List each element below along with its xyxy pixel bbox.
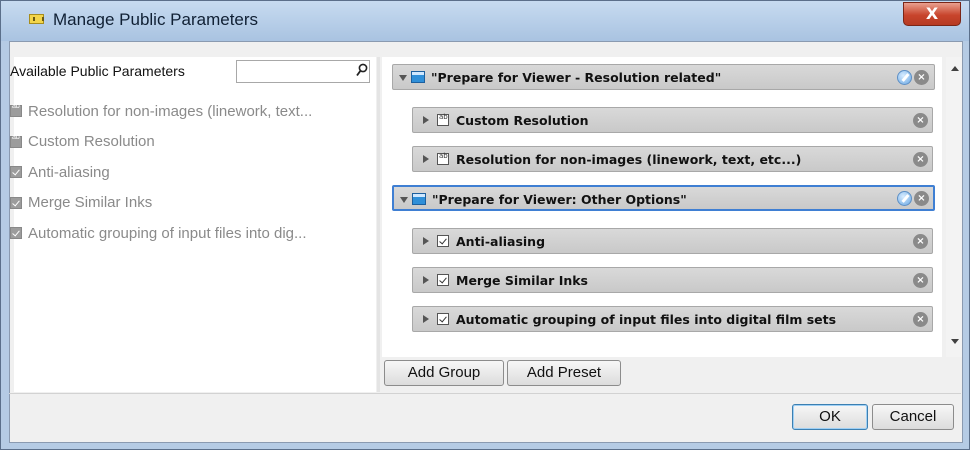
- parameter-group-row[interactable]: "Prepare for Viewer: Other Options" ×: [392, 185, 935, 211]
- checkbox-icon: [437, 235, 449, 247]
- list-item[interactable]: Merge Similar Inks: [10, 188, 370, 219]
- text-field-icon: [437, 152, 449, 165]
- group-icon: [411, 71, 425, 83]
- parameter-label: Custom Resolution: [456, 113, 589, 128]
- search-icon[interactable]: [356, 63, 368, 77]
- collapse-arrow-icon[interactable]: [423, 116, 429, 124]
- parameter-label: Anti-aliasing: [456, 234, 546, 249]
- expand-arrow-icon[interactable]: [400, 197, 408, 203]
- parameter-label: Merge Similar Inks: [456, 273, 588, 288]
- parameter-row[interactable]: Automatic grouping of input files into d…: [412, 306, 933, 332]
- list-item[interactable]: Anti-aliasing: [10, 157, 370, 188]
- parameter-label: Automatic grouping of input files into d…: [456, 312, 837, 327]
- app-icon: [29, 14, 44, 24]
- parameter-row[interactable]: Merge Similar Inks ×: [412, 267, 933, 293]
- scroll-up-arrow-icon[interactable]: [951, 66, 959, 71]
- checkbox-icon: [437, 313, 449, 325]
- remove-icon[interactable]: ×: [914, 70, 929, 85]
- available-parameters-list: Resolution for non-images (linework, tex…: [10, 96, 370, 249]
- search-input[interactable]: [239, 62, 339, 81]
- remove-icon[interactable]: ×: [913, 273, 928, 288]
- close-button[interactable]: X: [903, 2, 961, 26]
- remove-icon[interactable]: ×: [913, 113, 928, 128]
- checkbox-icon: [10, 196, 22, 209]
- checkbox-icon: [10, 227, 22, 240]
- remove-icon[interactable]: ×: [913, 234, 928, 249]
- checkbox-icon: [437, 274, 449, 286]
- collapse-arrow-icon[interactable]: [423, 276, 429, 284]
- list-item-label: Automatic grouping of input files into d…: [28, 224, 307, 242]
- list-item[interactable]: Custom Resolution: [10, 127, 370, 158]
- list-item[interactable]: Resolution for non-images (linework, tex…: [10, 96, 370, 127]
- list-item-label: Resolution for non-images (linework, tex…: [28, 102, 313, 120]
- group-icon: [412, 193, 426, 205]
- add-group-button[interactable]: Add Group: [384, 360, 504, 386]
- list-item[interactable]: Automatic grouping of input files into d…: [10, 218, 370, 249]
- parameter-row[interactable]: Custom Resolution ×: [412, 107, 933, 133]
- cancel-button[interactable]: Cancel: [872, 404, 954, 430]
- remove-icon[interactable]: ×: [913, 152, 928, 167]
- collapse-arrow-icon[interactable]: [423, 237, 429, 245]
- parameter-group-row[interactable]: "Prepare for Viewer - Resolution related…: [392, 64, 935, 90]
- add-preset-button[interactable]: Add Preset: [507, 360, 621, 386]
- list-item-label: Custom Resolution: [28, 133, 155, 151]
- footer-divider: [9, 393, 961, 394]
- group-label: "Prepare for Viewer: Other Options": [432, 192, 687, 207]
- expand-arrow-icon[interactable]: [399, 75, 407, 81]
- text-field-icon: [437, 113, 449, 126]
- scroll-down-arrow-icon[interactable]: [951, 339, 959, 344]
- checkbox-icon: [10, 166, 22, 179]
- edit-icon[interactable]: [897, 70, 912, 85]
- remove-icon[interactable]: ×: [913, 312, 928, 327]
- pane-splitter[interactable]: [377, 57, 380, 392]
- list-item-label: Merge Similar Inks: [28, 194, 153, 212]
- remove-icon[interactable]: ×: [914, 191, 929, 206]
- ok-button[interactable]: OK: [792, 404, 868, 430]
- list-item-label: Anti-aliasing: [28, 163, 110, 181]
- collapse-arrow-icon[interactable]: [423, 155, 429, 163]
- parameter-row[interactable]: Anti-aliasing ×: [412, 228, 933, 254]
- window-title: Manage Public Parameters: [53, 10, 259, 29]
- text-field-icon: [10, 103, 22, 118]
- text-field-icon: [10, 134, 22, 148]
- available-parameters-label: Available Public Parameters: [10, 63, 185, 79]
- parameter-label: Resolution for non-images (linework, tex…: [456, 152, 802, 167]
- vertical-scrollbar[interactable]: [946, 57, 962, 357]
- collapse-arrow-icon[interactable]: [423, 315, 429, 323]
- parameter-row[interactable]: Resolution for non-images (linework, tex…: [412, 146, 933, 172]
- title-bar[interactable]: Manage Public Parameters X: [1, 1, 969, 41]
- search-field[interactable]: [236, 60, 370, 83]
- edit-icon[interactable]: [897, 191, 912, 206]
- group-label: "Prepare for Viewer - Resolution related…: [431, 70, 722, 85]
